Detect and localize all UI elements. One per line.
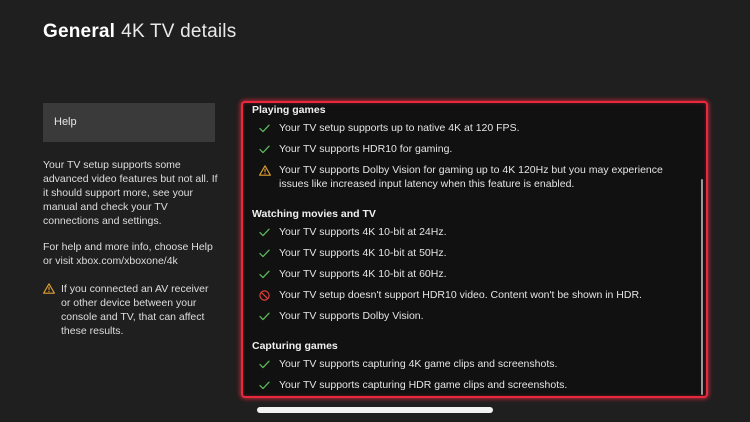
detail-item: Your TV supports 4K 10-bit at 24Hz. [252,225,692,239]
check-icon [259,142,279,156]
blocked-icon [259,288,279,302]
detail-item: Your TV setup doesn't support HDR10 vide… [252,288,692,302]
check-icon [259,121,279,135]
detail-item-text: Your TV supports capturing HDR game clip… [279,379,568,391]
check-icon [259,378,279,392]
group-title: Playing games [252,104,326,116]
detail-item-text: Your TV supports 4K 10-bit at 60Hz. [279,268,447,280]
group-title: Watching movies and TV [252,208,376,220]
home-indicator[interactable] [257,407,493,413]
check-icon [259,267,279,281]
av-receiver-warning: If you connected an AV receiver or other… [43,282,218,338]
check-icon [259,225,279,239]
warning-icon [43,283,61,338]
detail-item: Your TV supports capturing HDR game clip… [252,378,692,392]
detail-item-text: Your TV supports Dolby Vision for gaming… [279,164,663,190]
help-button-label: Help [54,116,77,128]
detail-item-text: Your TV supports 4K 10-bit at 50Hz. [279,247,447,259]
detail-item-text: Your TV setup supports up to native 4K a… [279,122,520,134]
detail-item: Your TV supports Dolby Vision. [252,309,692,323]
detail-item-text: Your TV supports Dolby Vision. [279,310,424,322]
detail-item: Your TV supports capturing 4K game clips… [252,357,692,371]
page-header: General 4K TV details [43,21,236,43]
detail-item: Your TV supports HDR10 for gaming. [252,142,692,156]
detail-item-text: Your TV supports capturing 4K game clips… [279,358,558,370]
section-title: General [43,21,116,42]
detail-item-text: Your TV setup doesn't support HDR10 vide… [279,289,642,301]
detail-item-text: Your TV supports HDR10 for gaming. [279,143,453,155]
detail-item: Your TV supports 4K 10-bit at 50Hz. [252,246,692,260]
check-icon [259,357,279,371]
help-button[interactable]: Help [43,103,215,142]
tv-details-list[interactable]: Playing games Your TV setup supports up t… [241,101,708,398]
warning-icon [259,163,279,177]
av-receiver-warning-text: If you connected an AV receiver or other… [61,283,209,337]
check-icon [259,246,279,260]
support-summary-text: Your TV setup supports some advanced vid… [43,159,218,227]
page-title: 4K TV details [121,21,237,42]
check-icon [259,309,279,323]
detail-item-text: Your TV supports 4K 10-bit at 24Hz. [279,226,447,238]
detail-item: Your TV supports 4K 10-bit at 60Hz. [252,267,692,281]
help-info-text: For help and more info, choose Help or v… [43,241,213,267]
group-title: Capturing games [252,340,338,352]
detail-item: Your TV supports Dolby Vision for gaming… [252,163,692,191]
detail-item: Your TV setup supports up to native 4K a… [252,121,692,135]
scrollbar[interactable] [701,179,703,395]
